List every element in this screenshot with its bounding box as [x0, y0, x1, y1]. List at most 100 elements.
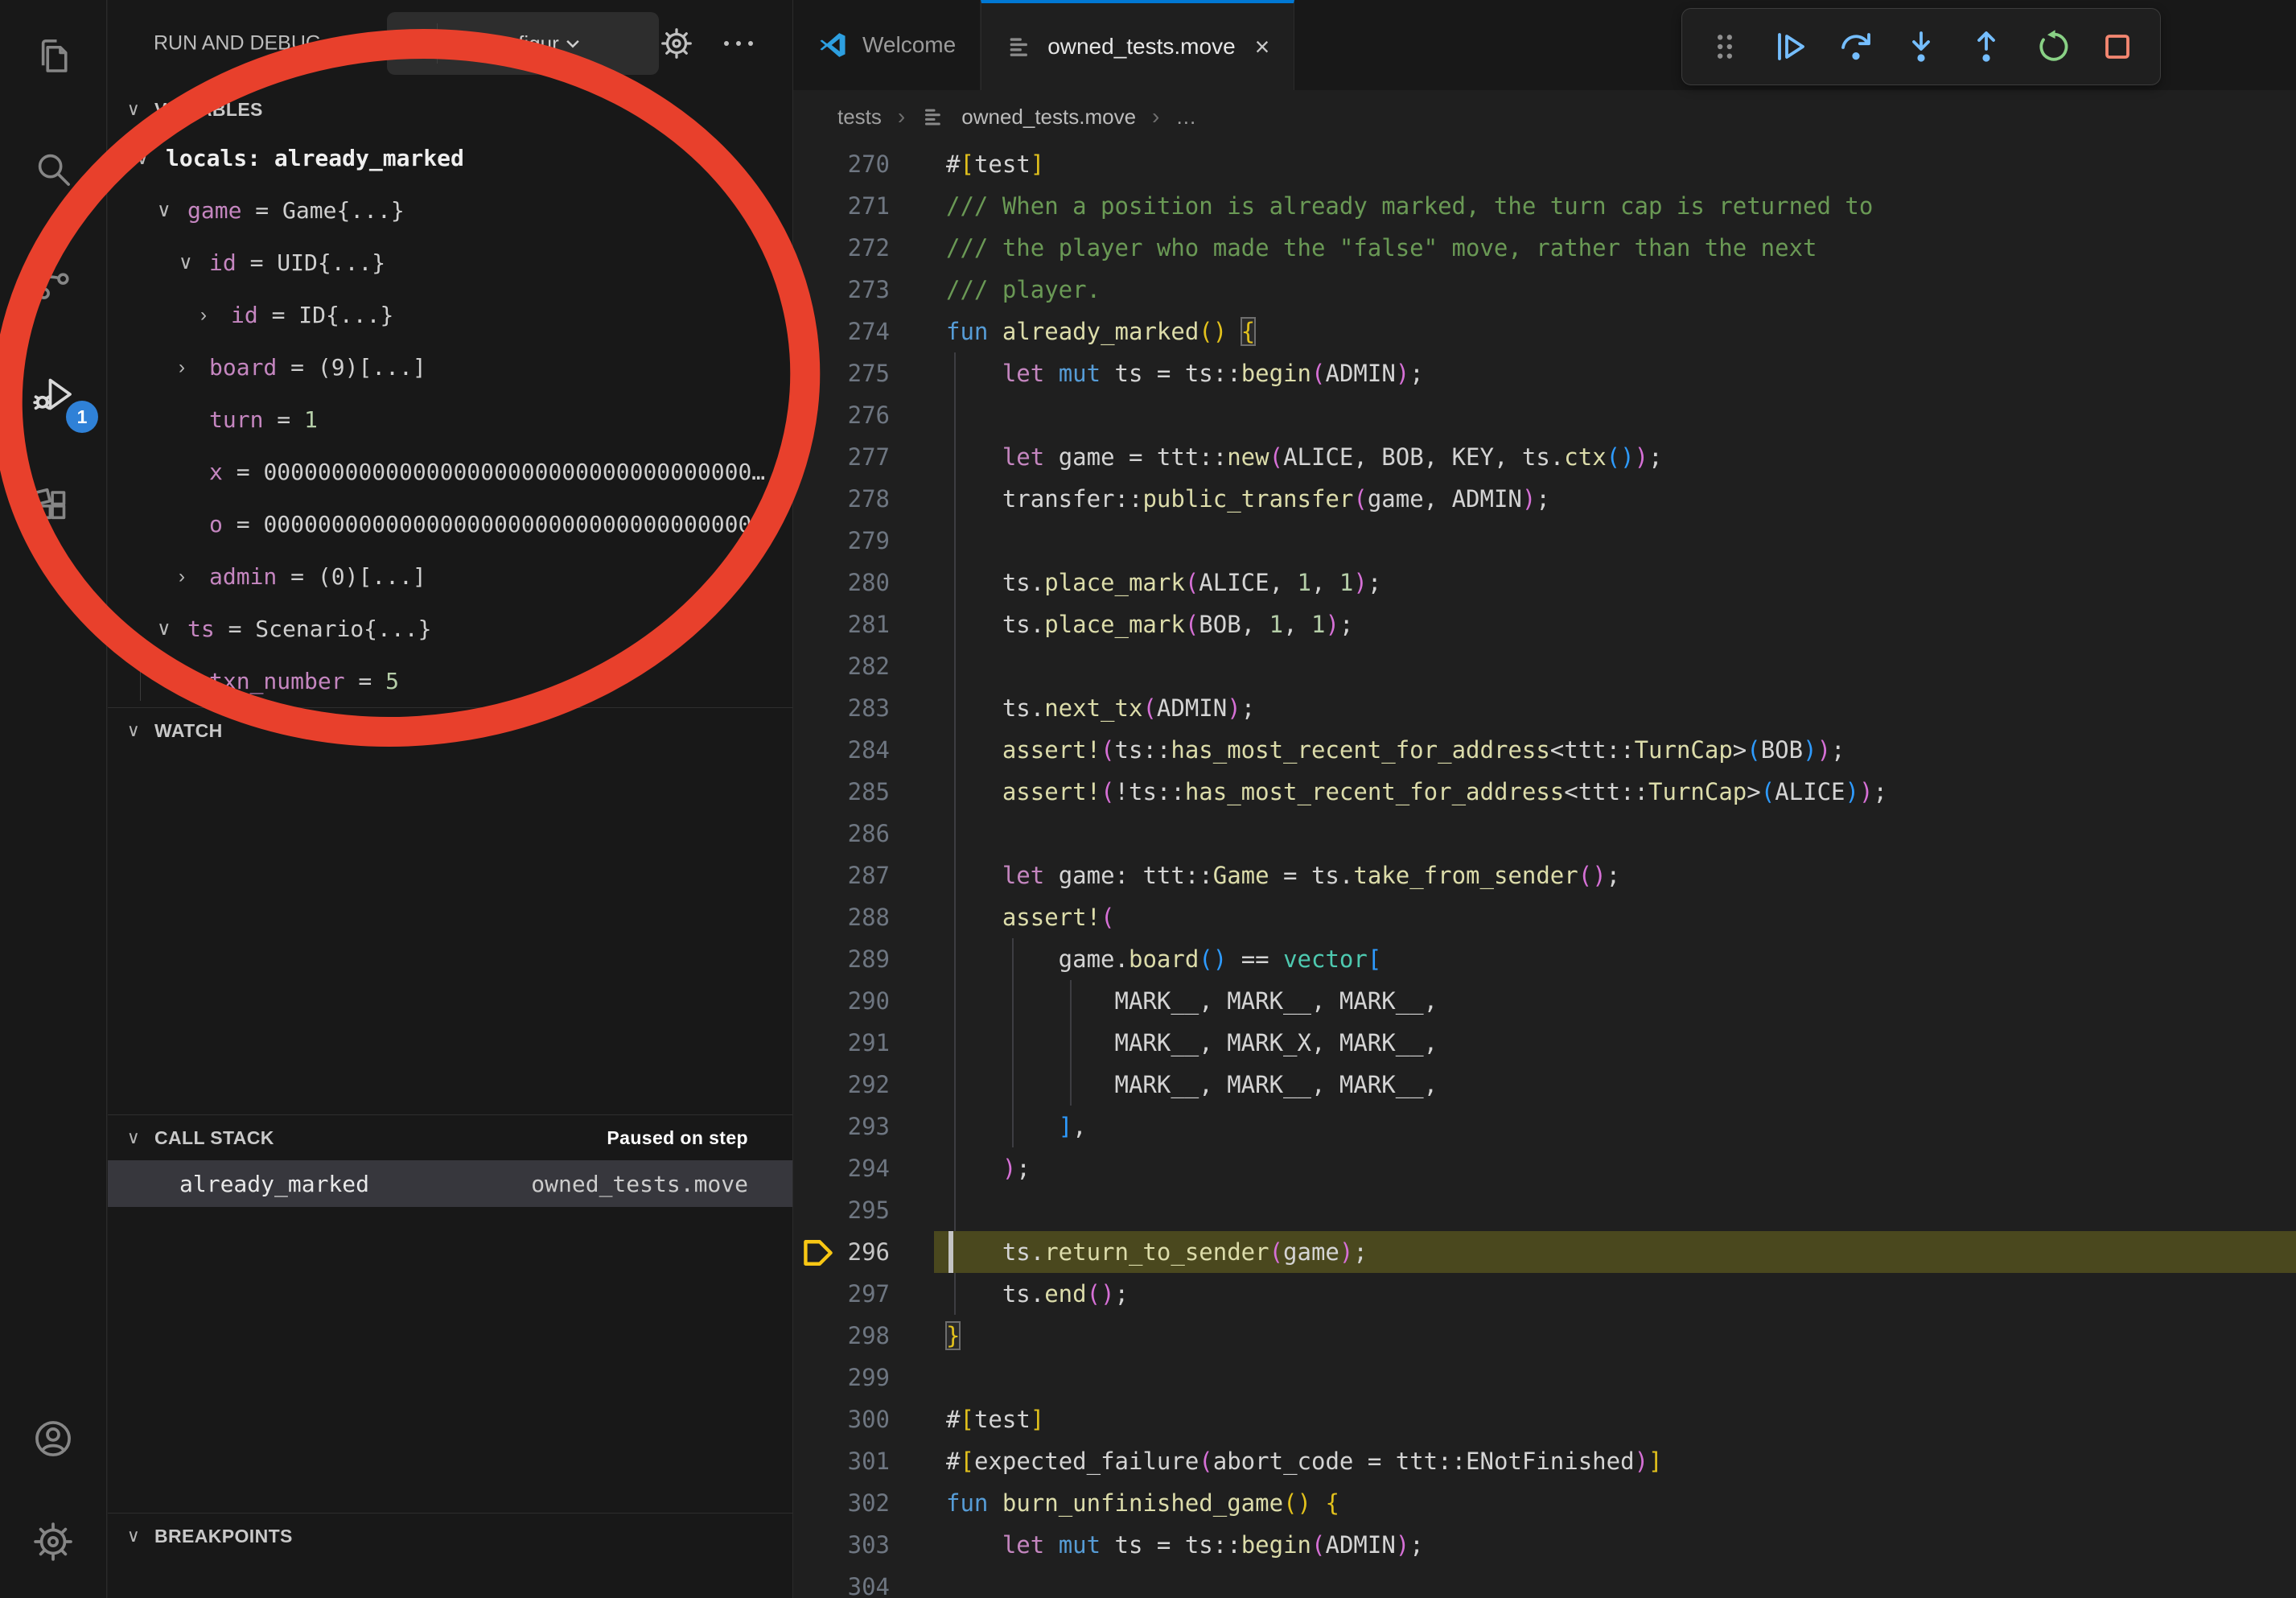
variable-row[interactable]: ∨id = UID{...} [108, 237, 792, 289]
code-line[interactable]: 279 [793, 520, 2296, 562]
line-number[interactable]: 289 [793, 938, 934, 980]
variables-section-header[interactable]: ∨ VARIABLES [108, 87, 792, 132]
variable-row[interactable]: ∨ts = Scenario{...} [108, 603, 792, 655]
line-number[interactable]: 282 [793, 645, 934, 687]
chevron-down-icon[interactable]: ∨ [179, 251, 209, 274]
line-number[interactable]: 279 [793, 520, 934, 562]
line-number[interactable]: 295 [793, 1189, 934, 1231]
code-line[interactable]: 297 ts.end(); [793, 1273, 2296, 1315]
variable-row[interactable]: o = 000000000000000000000000000000000000… [108, 498, 792, 550]
line-number[interactable]: 291 [793, 1022, 934, 1064]
run-and-debug-button[interactable]: 1 [0, 338, 106, 451]
breadcrumb-item[interactable]: … [1175, 105, 1196, 130]
explorer-button[interactable] [0, 0, 106, 113]
stack-frame-row[interactable]: already_markedowned_tests.move [108, 1160, 792, 1207]
variable-row[interactable]: ›admin = (0)[...] [108, 550, 792, 603]
line-number[interactable]: 285 [793, 771, 934, 813]
code-line[interactable]: 274fun already_marked() { [793, 311, 2296, 352]
code-line[interactable]: 281 ts.place_mark(BOB, 1, 1); [793, 603, 2296, 645]
breadcrumb-item[interactable]: tests [837, 105, 882, 130]
chevron-right-icon[interactable]: › [179, 356, 209, 379]
watch-section-header[interactable]: ∨ WATCH [108, 708, 792, 753]
code-line[interactable]: 303 let mut ts = ts::begin(ADMIN); [793, 1524, 2296, 1566]
variable-row[interactable]: ›id = ID{...} [108, 289, 792, 341]
line-number[interactable]: 298 [793, 1315, 934, 1357]
step-out-button[interactable] [1957, 15, 2016, 78]
line-number[interactable]: 293 [793, 1106, 934, 1147]
code-line[interactable]: 293 ], [793, 1106, 2296, 1147]
code-line[interactable]: 277 let game = ttt::new(ALICE, BOB, KEY,… [793, 436, 2296, 478]
code-line[interactable]: 298} [793, 1315, 2296, 1357]
start-debugging-icon[interactable] [398, 27, 430, 60]
line-number[interactable]: 301 [793, 1440, 934, 1482]
tab-welcome[interactable]: Welcome [793, 0, 981, 90]
extensions-button[interactable] [0, 451, 106, 563]
code-line[interactable]: 282 [793, 645, 2296, 687]
line-number[interactable]: 272 [793, 227, 934, 269]
code-line[interactable]: 276 [793, 394, 2296, 436]
line-number[interactable]: 297 [793, 1273, 934, 1315]
code-line[interactable]: 283 ts.next_tx(ADMIN); [793, 687, 2296, 729]
start-debug-control[interactable]: No Configur [387, 12, 659, 75]
line-number[interactable]: 283 [793, 687, 934, 729]
code-line[interactable]: 300#[test] [793, 1398, 2296, 1440]
line-number[interactable]: 299 [793, 1357, 934, 1398]
call-stack-section-header[interactable]: ∨ CALL STACK Paused on step [108, 1115, 792, 1160]
chevron-down-icon[interactable] [561, 31, 585, 56]
code-line[interactable]: 302fun burn_unfinished_game() { [793, 1482, 2296, 1524]
breadcrumb-item[interactable]: owned_tests.move [961, 105, 1136, 130]
variable-row[interactable]: txn_number = 5 [108, 655, 792, 707]
line-number[interactable]: 275 [793, 352, 934, 394]
code-line[interactable]: 299 [793, 1357, 2296, 1398]
continue-button[interactable] [1760, 15, 1819, 78]
variable-row[interactable]: turn = 1 [108, 393, 792, 446]
chevron-right-icon[interactable]: › [179, 566, 209, 588]
code-editor[interactable]: 270#[test]271/// When a position is alre… [793, 143, 2296, 1598]
code-line[interactable]: 287 let game: ttt::Game = ts.take_from_s… [793, 855, 2296, 896]
line-number[interactable]: 302 [793, 1482, 934, 1524]
breakpoints-section-header[interactable]: ∨ BREAKPOINTS [108, 1514, 792, 1559]
line-number[interactable]: 281 [793, 603, 934, 645]
toolbar-drag-handle[interactable] [1695, 15, 1754, 78]
line-number[interactable]: 276 [793, 394, 934, 436]
variable-row[interactable]: ∨locals: already_marked [108, 132, 792, 184]
chevron-down-icon[interactable]: ∨ [157, 617, 187, 640]
line-number[interactable]: 280 [793, 562, 934, 603]
restart-button[interactable] [2022, 15, 2081, 78]
line-number[interactable]: 300 [793, 1398, 934, 1440]
line-number[interactable]: 274 [793, 311, 934, 352]
line-number[interactable]: 270 [793, 143, 934, 185]
code-line[interactable]: 295 [793, 1189, 2296, 1231]
line-number[interactable]: 294 [793, 1147, 934, 1189]
line-number[interactable]: 278 [793, 478, 934, 520]
chevron-down-icon[interactable]: ∨ [157, 199, 187, 222]
code-line[interactable]: 292 MARK__, MARK__, MARK__, [793, 1064, 2296, 1106]
code-line[interactable]: 296 ts.return_to_sender(game); [793, 1231, 2296, 1273]
line-number[interactable]: 303 [793, 1524, 934, 1566]
step-into-button[interactable] [1891, 15, 1950, 78]
account-button[interactable] [0, 1387, 106, 1490]
step-over-button[interactable] [1826, 15, 1885, 78]
line-number[interactable]: 290 [793, 980, 934, 1022]
line-number[interactable]: 292 [793, 1064, 934, 1106]
code-line[interactable]: 304 [793, 1566, 2296, 1598]
line-number[interactable]: 286 [793, 813, 934, 855]
code-line[interactable]: 285 assert!(!ts::has_most_recent_for_add… [793, 771, 2296, 813]
line-number[interactable]: 304 [793, 1566, 934, 1598]
chevron-right-icon[interactable]: › [200, 304, 231, 327]
code-line[interactable]: 278 transfer::public_transfer(game, ADMI… [793, 478, 2296, 520]
code-line[interactable]: 301#[expected_failure(abort_code = ttt::… [793, 1440, 2296, 1482]
chevron-down-icon[interactable]: ∨ [135, 146, 166, 170]
settings-button[interactable] [0, 1490, 106, 1593]
configure-gear-icon[interactable] [658, 25, 695, 62]
more-actions-icon[interactable] [724, 41, 753, 46]
code-line[interactable]: 291 MARK__, MARK_X, MARK__, [793, 1022, 2296, 1064]
close-icon[interactable]: × [1255, 32, 1270, 62]
code-line[interactable]: 290 MARK__, MARK__, MARK__, [793, 980, 2296, 1022]
code-line[interactable]: 289 game.board() == vector[ [793, 938, 2296, 980]
line-number[interactable]: 271 [793, 185, 934, 227]
code-line[interactable]: 286 [793, 813, 2296, 855]
code-line[interactable]: 288 assert!( [793, 896, 2296, 938]
variable-row[interactable]: ›board = (9)[...] [108, 341, 792, 393]
code-line[interactable]: 271/// When a position is already marked… [793, 185, 2296, 227]
